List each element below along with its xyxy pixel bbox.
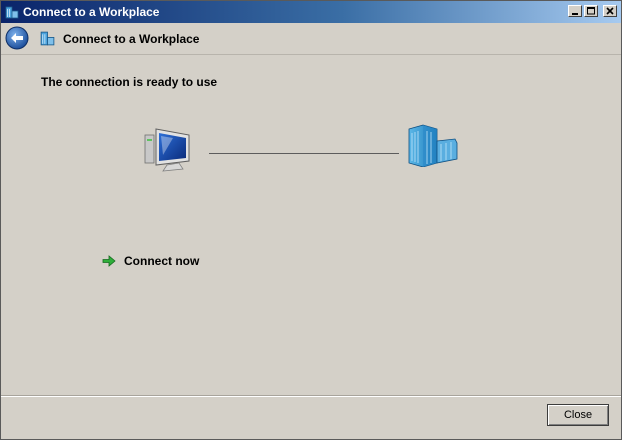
- close-button[interactable]: Close: [547, 404, 609, 426]
- maximize-icon: [587, 7, 595, 15]
- window-title: Connect to a Workplace: [23, 5, 160, 19]
- green-arrow-icon: [101, 253, 117, 269]
- maximize-button[interactable]: [584, 5, 598, 17]
- connection-line: [209, 153, 399, 154]
- footer-divider: [1, 395, 621, 397]
- wizard-window: Connect to a Workplace Connect to a Work…: [0, 0, 622, 440]
- minimize-button[interactable]: [568, 5, 582, 17]
- status-heading: The connection is ready to use: [41, 75, 218, 89]
- workplace-icon: [4, 4, 20, 20]
- back-button[interactable]: [5, 26, 29, 50]
- page-title: Connect to a Workplace: [63, 32, 200, 46]
- minimize-icon: [572, 13, 578, 15]
- back-arrow-icon: [5, 26, 29, 50]
- wizard-content: The connection is ready to use Connect n…: [1, 55, 621, 395]
- close-icon: [606, 7, 614, 15]
- connect-now-label[interactable]: Connect now: [124, 254, 199, 268]
- title-bar[interactable]: Connect to a Workplace: [1, 1, 621, 23]
- computer-icon: [143, 125, 195, 173]
- wizard-header: Connect to a Workplace: [1, 23, 621, 55]
- workplace-icon: [39, 30, 56, 47]
- close-window-button[interactable]: [603, 5, 617, 17]
- workplace-building-icon: [405, 123, 461, 168]
